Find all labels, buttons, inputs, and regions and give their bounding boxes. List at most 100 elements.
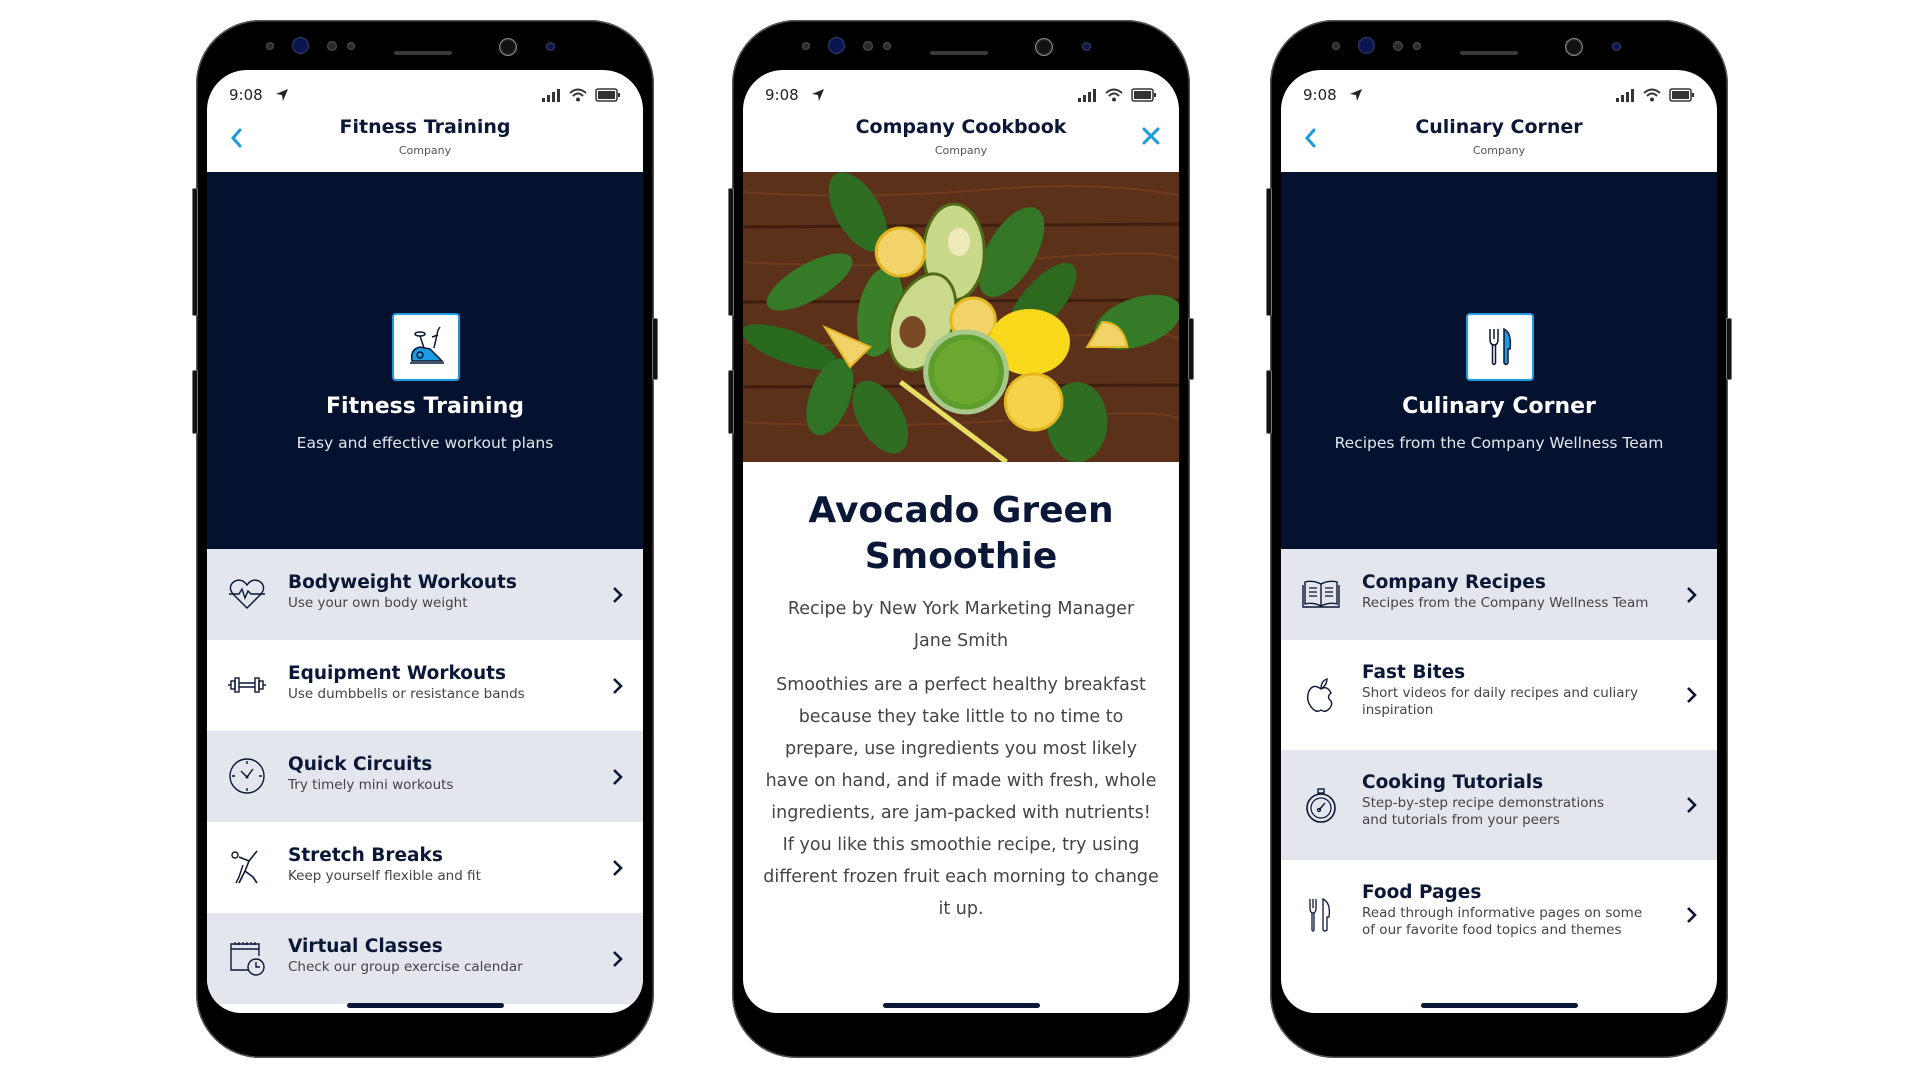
location-arrow-icon	[276, 89, 288, 101]
page-subtitle: Company	[934, 144, 988, 157]
item-subtitle: Step-by-step recipe demonstrations and t…	[1362, 795, 1605, 828]
status-bar: 9:08	[765, 86, 1157, 106]
menu-list: Bodyweight Workouts Use your own body we…	[207, 549, 643, 1004]
sensor-bar	[196, 20, 654, 70]
hero-subtitle: Easy and effective workout plans	[296, 434, 554, 452]
nav-header: Company Cookbook Company	[743, 104, 1179, 172]
wifi-icon	[1105, 88, 1123, 102]
nav-header: Fitness Training Company	[207, 104, 643, 172]
fork-knife-icon	[1489, 327, 1512, 366]
chevron-right-icon	[613, 587, 623, 603]
battery-icon	[1131, 88, 1156, 102]
signal-icon	[1078, 88, 1096, 102]
item-title: Fast Bites	[1362, 662, 1466, 683]
signal-icon	[542, 88, 560, 102]
list-item-food-pages[interactable]: Food Pages Read through informative page…	[1281, 860, 1717, 970]
phone-company-cookbook: 9:08 Company Cookbook Company Avocado Gr…	[728, 20, 1194, 1058]
stopwatch-icon	[1306, 788, 1336, 823]
screen: 9:08 Culinary Corner Company Culinary Co…	[1281, 70, 1717, 1013]
avocado-smoothie-photo	[743, 172, 1179, 462]
list-item-cooking-tutorials[interactable]: Cooking Tutorials Step-by-step recipe de…	[1281, 750, 1717, 860]
list-item-company-recipes[interactable]: Company Recipes Recipes from the Company…	[1281, 549, 1717, 640]
list-item-quick-circuits[interactable]: Quick Circuits Try timely mini workouts	[207, 731, 643, 822]
chevron-right-icon	[613, 769, 623, 785]
calendar-clock-icon	[230, 942, 265, 976]
recipe-title: Avocado Green Smoothie	[808, 490, 1114, 577]
chevron-right-icon	[1687, 907, 1697, 923]
list-item-fast-bites[interactable]: Fast Bites Short videos for daily recipe…	[1281, 640, 1717, 750]
item-subtitle: Try timely mini workouts	[288, 777, 454, 793]
hero-subtitle: Recipes from the Company Wellness Team	[1334, 434, 1664, 452]
location-arrow-icon	[1350, 89, 1362, 101]
item-title: Company Recipes	[1362, 572, 1546, 593]
volume-button	[728, 188, 734, 316]
page-title: Fitness Training	[339, 116, 511, 138]
chevron-right-icon	[613, 860, 623, 876]
status-time: 9:08	[1303, 86, 1337, 104]
hero-banner: Fitness Training Easy and effective work…	[207, 172, 643, 549]
stretching-person-icon	[231, 850, 258, 884]
hero-icon-box	[1466, 313, 1534, 381]
status-time: 9:08	[229, 86, 263, 104]
location-arrow-icon	[812, 89, 824, 101]
hero-banner: Culinary Corner Recipes from the Company…	[1281, 172, 1717, 549]
battery-icon	[595, 88, 620, 102]
menu-list: Company Recipes Recipes from the Company…	[1281, 549, 1717, 970]
item-subtitle: Recipes from the Company Wellness Team	[1362, 595, 1649, 611]
item-title: Quick Circuits	[288, 754, 433, 775]
recipe-byline: Recipe by New York Marketing Manager Jan…	[787, 599, 1135, 651]
open-book-icon	[1302, 580, 1340, 608]
item-title: Food Pages	[1362, 882, 1482, 903]
power-button	[1188, 318, 1194, 380]
hero-icon-box	[392, 313, 460, 381]
home-indicator[interactable]	[883, 1003, 1040, 1008]
item-subtitle: Use your own body weight	[288, 595, 468, 611]
sensor-bar	[1270, 20, 1728, 70]
page-subtitle: Company	[398, 144, 452, 157]
list-item-virtual-classes[interactable]: Virtual Classes Check our group exercise…	[207, 913, 643, 1004]
item-title: Cooking Tutorials	[1362, 772, 1544, 793]
phone-fitness-training: 9:08 Fitness Training Company Fitness Tr…	[192, 20, 658, 1058]
battery-icon	[1669, 88, 1694, 102]
item-title: Bodyweight Workouts	[288, 572, 517, 593]
side-button	[728, 370, 734, 434]
list-item-equipment-workouts[interactable]: Equipment Workouts Use dumbbells or resi…	[207, 640, 643, 731]
side-button	[1266, 370, 1272, 434]
dumbbell-icon	[228, 677, 266, 693]
item-title: Virtual Classes	[288, 936, 443, 957]
item-title: Stretch Breaks	[288, 845, 443, 866]
exercise-bike-icon	[410, 326, 444, 364]
page-subtitle: Company	[1472, 144, 1526, 157]
chevron-right-icon	[1687, 687, 1697, 703]
volume-button	[1266, 188, 1272, 316]
list-item-bodyweight-workouts[interactable]: Bodyweight Workouts Use your own body we…	[207, 549, 643, 640]
recipe-photo-illustration	[743, 172, 1179, 462]
close-icon[interactable]	[1139, 124, 1163, 148]
status-bar: 9:08	[229, 86, 621, 106]
hero-title: Fitness Training	[326, 394, 524, 419]
signal-icon	[1616, 88, 1634, 102]
apple-icon	[1306, 678, 1333, 712]
chevron-right-icon	[613, 951, 623, 967]
item-subtitle: Keep yourself flexible and fit	[288, 868, 481, 884]
hero-title: Culinary Corner	[1402, 394, 1596, 419]
side-button	[192, 370, 198, 434]
heart-pulse-icon	[229, 579, 265, 609]
status-time: 9:08	[765, 86, 799, 104]
screen: 9:08 Company Cookbook Company Avocado Gr…	[743, 70, 1179, 1013]
screen: 9:08 Fitness Training Company Fitness Tr…	[207, 70, 643, 1013]
item-subtitle: Read through informative pages on some o…	[1362, 905, 1643, 938]
sensor-bar	[732, 20, 1190, 70]
home-indicator[interactable]	[347, 1003, 504, 1008]
nav-header: Culinary Corner Company	[1281, 104, 1717, 172]
chevron-right-icon	[613, 678, 623, 694]
item-subtitle: Short videos for daily recipes and culia…	[1362, 685, 1639, 718]
recipe-article: Avocado Green Smoothie Recipe by New Yor…	[743, 172, 1179, 1013]
home-indicator[interactable]	[1421, 1003, 1578, 1008]
recipe-body: Smoothies are a perfect healthy breakfas…	[763, 675, 1159, 919]
page-title: Culinary Corner	[1415, 116, 1583, 138]
status-bar: 9:08	[1303, 86, 1695, 106]
list-item-stretch-breaks[interactable]: Stretch Breaks Keep yourself flexible an…	[207, 822, 643, 913]
power-button	[652, 318, 658, 380]
volume-button	[192, 188, 198, 316]
